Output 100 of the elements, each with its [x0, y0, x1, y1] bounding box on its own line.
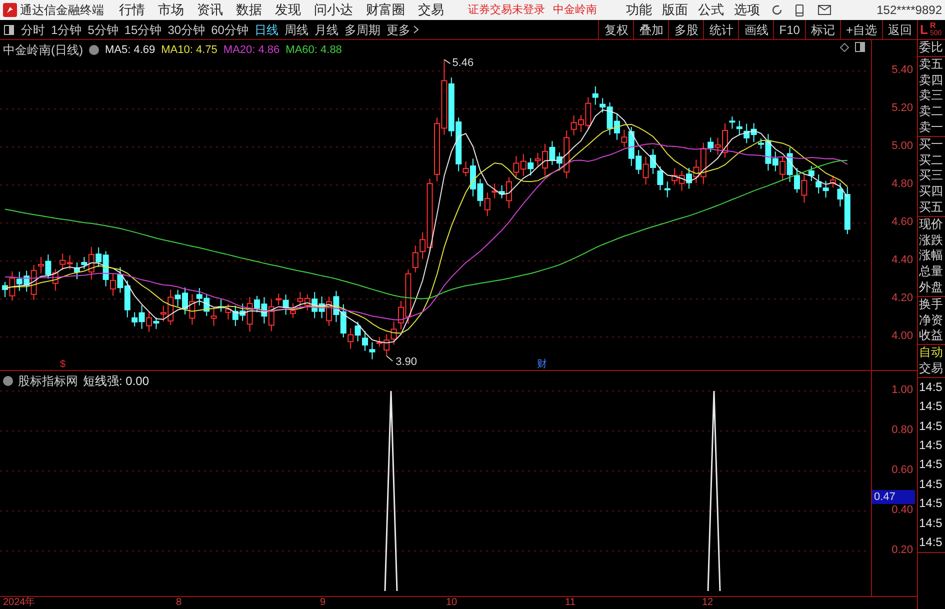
trade-time: 14:5 [919, 436, 944, 454]
period-tab[interactable]: 周线 [281, 20, 312, 38]
quote-label: 买五 [919, 200, 944, 216]
indicator-name: 股标指标网 [18, 373, 78, 390]
trade-time: 14:5 [919, 456, 944, 474]
trade-time: 14:5 [919, 398, 944, 416]
tool-menu-item[interactable]: 选项 [729, 0, 765, 20]
refresh-icon[interactable] [771, 4, 783, 16]
login-status: 证券交易未登录 [468, 2, 545, 18]
price-axis-label: 4.00 [892, 331, 913, 342]
mail-icon[interactable] [818, 5, 831, 15]
period-tab[interactable]: 1分钟 [48, 20, 85, 38]
app-title: 通达信金融终端 [20, 2, 104, 19]
menu-item[interactable]: 问小达 [309, 0, 358, 20]
stock-name: 中金岭南 [553, 2, 597, 18]
cursor-value-label: 0.47 [872, 490, 915, 504]
chart-tool-button[interactable]: +自选 [840, 20, 882, 39]
high-price-label: 5.46 [452, 58, 474, 69]
menu-item[interactable]: 发现 [270, 0, 306, 20]
event-marker[interactable]: 财 [537, 360, 547, 370]
quote-label: 买三 [919, 168, 944, 184]
tool-menu-item[interactable]: 功能 [621, 0, 657, 20]
quote-label: 买四 [919, 184, 944, 200]
trade-time: 14:5 [919, 378, 944, 396]
menu-item[interactable]: 市场 [153, 0, 189, 20]
leader-line [444, 59, 451, 64]
period-tab[interactable]: 5分钟 [84, 20, 122, 38]
corner-label: R [930, 22, 937, 30]
period-tab[interactable]: 30分钟 [164, 20, 208, 38]
indicator-axis-label: 0.20 [892, 545, 913, 556]
price-axis-label: 4.80 [892, 179, 913, 190]
trade-time: 14:5 [919, 514, 944, 532]
price-axis-label: 5.20 [892, 103, 913, 114]
quote-label: 交易 [919, 360, 944, 377]
chart-tool-button[interactable]: 返回 [882, 20, 917, 39]
event-marker[interactable]: $ [60, 360, 66, 370]
tool-menu-item[interactable]: 公式 [693, 0, 729, 20]
moving-average-reading: MA20: 4.86 [223, 42, 280, 58]
chart-tool-button[interactable]: F10 [773, 20, 805, 39]
date-axis-label: 8 [176, 597, 182, 609]
quote-label: 外盘 [919, 280, 944, 296]
quote-label: 卖一 [919, 120, 944, 136]
quote-label: 涨跌 [919, 232, 944, 248]
menu-item[interactable]: 行情 [114, 0, 150, 20]
menu-item[interactable]: 数据 [231, 0, 267, 20]
chart-tool-button[interactable]: 统计 [703, 20, 738, 39]
moving-average-reading: MA10: 4.75 [161, 42, 218, 58]
quote-label: 现价 [919, 216, 944, 233]
indicator-axis-label: 0.40 [892, 505, 913, 516]
indicator-axis-label: 1.00 [892, 385, 913, 396]
panel-toggle-icon[interactable] [855, 42, 865, 52]
quote-label: 卖三 [919, 88, 944, 104]
chart-tool-button[interactable]: 复权 [598, 20, 634, 39]
indicator-axis-label: 0.60 [892, 465, 913, 476]
low-price-label: 3.90 [396, 357, 418, 368]
period-tab[interactable]: 月线 [311, 20, 342, 38]
quote-label: 换手 [919, 296, 944, 313]
dropdown-icon[interactable] [3, 376, 13, 386]
period-tab[interactable]: 更多 [383, 20, 414, 38]
menu-item[interactable]: 财富圈 [361, 0, 410, 20]
diamond-icon[interactable] [840, 42, 849, 52]
tool-menu-item[interactable]: 版面 [657, 0, 693, 20]
price-axis-label: 5.00 [892, 141, 913, 152]
quote-label: 买一 [919, 136, 944, 153]
period-tab[interactable]: 60分钟 [208, 20, 252, 38]
moving-average-reading: MA60: 4.88 [286, 42, 342, 58]
quote-label: 委比 [919, 40, 944, 56]
phone-icon[interactable] [795, 4, 804, 16]
date-axis-label: 9 [320, 597, 326, 609]
trade-time: 14:5 [919, 418, 944, 435]
dropdown-icon[interactable] [89, 45, 99, 55]
menu-item[interactable]: 交易 [413, 0, 449, 20]
panel-toggle-icon[interactable] [4, 24, 14, 34]
quote-label: 净资 [919, 312, 944, 328]
period-tab[interactable]: 分时 [18, 20, 48, 38]
app-logo-icon [3, 3, 17, 17]
quote-label: 卖五 [919, 56, 944, 73]
menu-item[interactable]: 资讯 [192, 0, 228, 20]
period-tab[interactable]: 15分钟 [121, 20, 165, 38]
chart-tool-button[interactable]: 叠加 [633, 20, 668, 39]
chart-tool-button[interactable]: 标记 [804, 20, 840, 39]
moving-average-reading: MA5: 4.69 [105, 42, 156, 58]
indicator-axis-label: 0.80 [892, 425, 913, 436]
quote-label: 卖四 [919, 72, 944, 88]
period-tab[interactable]: 多周期 [341, 20, 384, 38]
quote-label: 总量 [919, 264, 944, 280]
trade-time: 14:5 [919, 495, 944, 512]
period-tab[interactable]: 日线 [251, 20, 282, 38]
date-axis-label: 11 [565, 597, 576, 609]
chevron-right-icon[interactable] [413, 25, 420, 34]
chart-tool-button[interactable]: 多股 [668, 20, 704, 39]
date-axis-label: 2024年 [3, 597, 36, 609]
price-axis-label: 4.40 [892, 255, 913, 266]
price-axis-label: 4.60 [892, 217, 913, 228]
date-axis-label: 10 [446, 597, 458, 609]
corner-label: L [920, 22, 928, 38]
account-number[interactable]: 152****9892 [876, 1, 942, 19]
price-axis-label: 5.40 [892, 65, 913, 76]
date-axis-label: 12 [702, 597, 714, 609]
chart-tool-button[interactable]: 画线 [738, 20, 774, 39]
